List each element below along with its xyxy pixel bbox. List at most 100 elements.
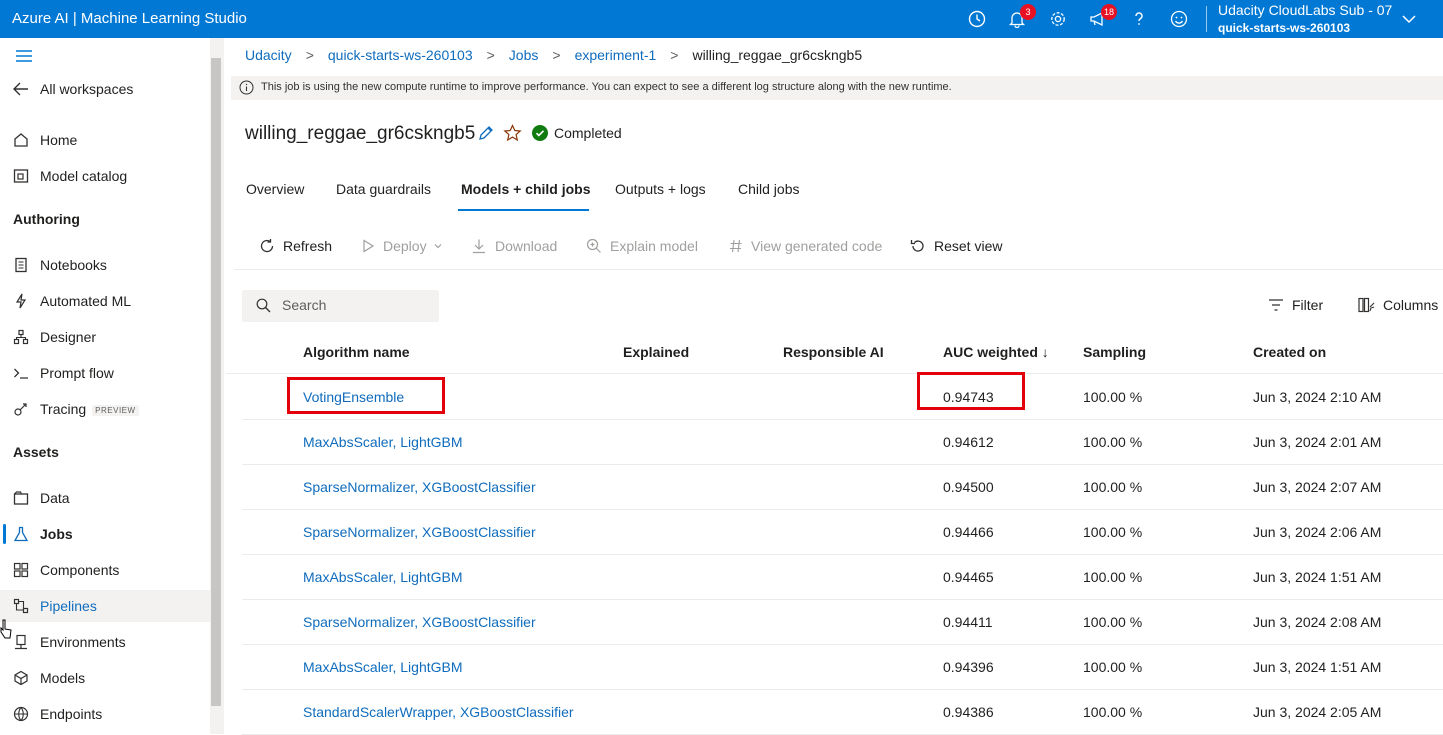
notification-bell-icon[interactable]: 3	[1007, 4, 1036, 29]
sidebar-item-label: Designer	[40, 329, 97, 345]
sidebar-item-model-catalog[interactable]: Model catalog	[0, 160, 210, 192]
filter-button[interactable]: Filter	[1268, 297, 1323, 313]
breadcrumb-link[interactable]: quick-starts-ws-260103	[328, 47, 473, 63]
breadcrumb-link[interactable]: experiment-1	[575, 47, 657, 63]
sidebar-item-endpoints[interactable]: Endpoints	[0, 698, 210, 730]
auc-value: 0.94612	[943, 434, 994, 450]
workspace-name[interactable]: quick-starts-ws-260103	[1218, 21, 1350, 35]
sidebar-item-home[interactable]: Home	[0, 124, 210, 156]
algorithm-link[interactable]: VotingEnsemble	[303, 389, 404, 405]
notebook-icon	[12, 256, 30, 274]
table-row[interactable]: StandardScalerWrapper, XGBoostClassifier…	[242, 690, 1443, 735]
column-header-sampling[interactable]: Sampling	[1083, 344, 1146, 360]
sidebar-item-data[interactable]: Data	[0, 482, 210, 514]
reset-label: Reset view	[934, 238, 1003, 254]
info-message-bar: This job is using the new compute runtim…	[231, 76, 1443, 100]
sidebar-item-tracing[interactable]: Tracing PREVIEW	[0, 393, 210, 425]
algorithm-link[interactable]: SparseNormalizer, XGBoostClassifier	[303, 614, 536, 630]
info-message-text: This job is using the new compute runtim…	[261, 81, 952, 93]
tab-data-guardrails[interactable]: Data guardrails	[336, 181, 431, 197]
tab-outputs-logs[interactable]: Outputs + logs	[615, 181, 706, 197]
feedback-megaphone-icon[interactable]: 18	[1088, 4, 1117, 29]
account-name[interactable]: Udacity CloudLabs Sub - 07	[1218, 2, 1392, 18]
created-on-value: Jun 3, 2024 2:01 AM	[1253, 434, 1382, 450]
app-title[interactable]: Azure AI | Machine Learning Studio	[12, 10, 247, 27]
sidebar-item-components[interactable]: Components	[0, 554, 210, 586]
status-text: Completed	[554, 125, 622, 141]
sidebar-item-label: Notebooks	[40, 257, 107, 273]
column-header-algorithm-name[interactable]: Algorithm name	[303, 344, 410, 360]
table-row[interactable]: SparseNormalizer, XGBoostClassifier 0.94…	[242, 465, 1443, 510]
chevron-down-icon[interactable]	[1400, 10, 1418, 31]
columns-button[interactable]: Columns	[1358, 297, 1438, 313]
zoom-explain-icon	[586, 238, 602, 254]
algorithm-link[interactable]: SparseNormalizer, XGBoostClassifier	[303, 479, 536, 495]
algorithm-link[interactable]: StandardScalerWrapper, XGBoostClassifier	[303, 704, 574, 720]
notification-badge: 3	[1020, 4, 1036, 20]
sidebar-item-environments[interactable]: Environments	[0, 626, 210, 658]
sidebar-item-automated-ml[interactable]: Automated ML	[0, 285, 210, 317]
arrow-left-icon	[12, 80, 30, 98]
column-header-created-on[interactable]: Created on	[1253, 344, 1326, 360]
sampling-value: 100.00 %	[1083, 614, 1143, 630]
tab-child-jobs[interactable]: Child jobs	[738, 181, 799, 197]
algorithm-link[interactable]: MaxAbsScaler, LightGBM	[303, 434, 463, 450]
help-icon[interactable]	[1129, 9, 1149, 29]
refresh-button[interactable]: Refresh	[259, 238, 332, 254]
auc-value: 0.94411	[943, 614, 993, 630]
deploy-button[interactable]: Deploy	[361, 238, 443, 254]
algorithm-link[interactable]: SparseNormalizer, XGBoostClassifier	[303, 524, 536, 540]
sidebar-item-models[interactable]: Models	[0, 662, 210, 694]
search-icon	[256, 298, 271, 316]
sidebar-item-all-workspaces[interactable]: All workspaces	[0, 73, 210, 105]
sidebar: All workspaces Home Model catalog Author…	[0, 38, 210, 734]
edit-pencil-icon[interactable]	[477, 124, 495, 145]
table-row[interactable]: SparseNormalizer, XGBoostClassifier 0.94…	[242, 510, 1443, 555]
search-box[interactable]	[242, 290, 439, 322]
sidebar-item-pipelines[interactable]: Pipelines	[0, 590, 210, 622]
view-generated-code-button[interactable]: View generated code	[729, 238, 882, 254]
created-on-value: Jun 3, 2024 2:08 AM	[1253, 614, 1382, 630]
explain-model-button[interactable]: Explain model	[586, 238, 698, 254]
table-row[interactable]: MaxAbsScaler, LightGBM 0.94612 100.00 % …	[242, 420, 1443, 465]
created-on-value: Jun 3, 2024 2:05 AM	[1253, 704, 1382, 720]
download-button[interactable]: Download	[471, 238, 557, 254]
section-header-assets: Assets	[13, 444, 59, 460]
column-header-auc-weighted[interactable]: AUC weighted ↓	[943, 344, 1049, 360]
table-header: Algorithm name Explained Responsible AI …	[226, 328, 1443, 374]
algorithm-link[interactable]: MaxAbsScaler, LightGBM	[303, 659, 463, 675]
column-header-explained[interactable]: Explained	[623, 344, 689, 360]
sidebar-item-label: Environments	[40, 634, 126, 650]
sidebar-item-notebooks[interactable]: Notebooks	[0, 249, 210, 281]
sidebar-item-label: Jobs	[40, 526, 73, 542]
sidebar-item-label: Home	[40, 132, 78, 148]
hamburger-menu-icon[interactable]	[15, 48, 33, 67]
components-icon	[12, 561, 30, 579]
breadcrumb-link[interactable]: Udacity	[245, 47, 292, 63]
gear-icon[interactable]	[1048, 9, 1068, 29]
reset-view-button[interactable]: Reset view	[910, 238, 1002, 254]
sidebar-item-label: Model catalog	[40, 168, 128, 184]
table-row[interactable]: VotingEnsemble 0.94743 100.00 % Jun 3, 2…	[242, 375, 1443, 420]
sidebar-item-prompt-flow[interactable]: Prompt flow	[0, 357, 210, 389]
algorithm-link[interactable]: MaxAbsScaler, LightGBM	[303, 569, 463, 585]
smiley-icon[interactable]	[1169, 9, 1189, 29]
tab-models-child-jobs[interactable]: Models + child jobs	[461, 181, 591, 197]
table-row[interactable]: MaxAbsScaler, LightGBM 0.94465 100.00 % …	[242, 555, 1443, 600]
tab-overview[interactable]: Overview	[246, 181, 304, 197]
search-input[interactable]	[282, 297, 432, 313]
breadcrumb-link[interactable]: Jobs	[509, 47, 539, 63]
catalog-icon	[12, 167, 30, 185]
created-on-value: Jun 3, 2024 2:07 AM	[1253, 479, 1382, 495]
column-header-responsible-ai[interactable]: Responsible AI	[783, 344, 884, 360]
clock-icon[interactable]	[967, 9, 987, 29]
star-favorite-icon[interactable]	[503, 124, 522, 146]
sidebar-item-jobs[interactable]: Jobs	[0, 518, 210, 550]
command-bar: Refresh Deploy Download Explain model Vi…	[234, 226, 1443, 270]
table-row[interactable]: SparseNormalizer, XGBoostClassifier 0.94…	[242, 600, 1443, 645]
active-tab-indicator	[458, 209, 589, 211]
section-header-authoring: Authoring	[13, 211, 80, 227]
sidebar-item-designer[interactable]: Designer	[0, 321, 210, 353]
table-row[interactable]: MaxAbsScaler, LightGBM 0.94396 100.00 % …	[242, 645, 1443, 690]
sidebar-scrollbar-thumb[interactable]	[211, 58, 221, 706]
